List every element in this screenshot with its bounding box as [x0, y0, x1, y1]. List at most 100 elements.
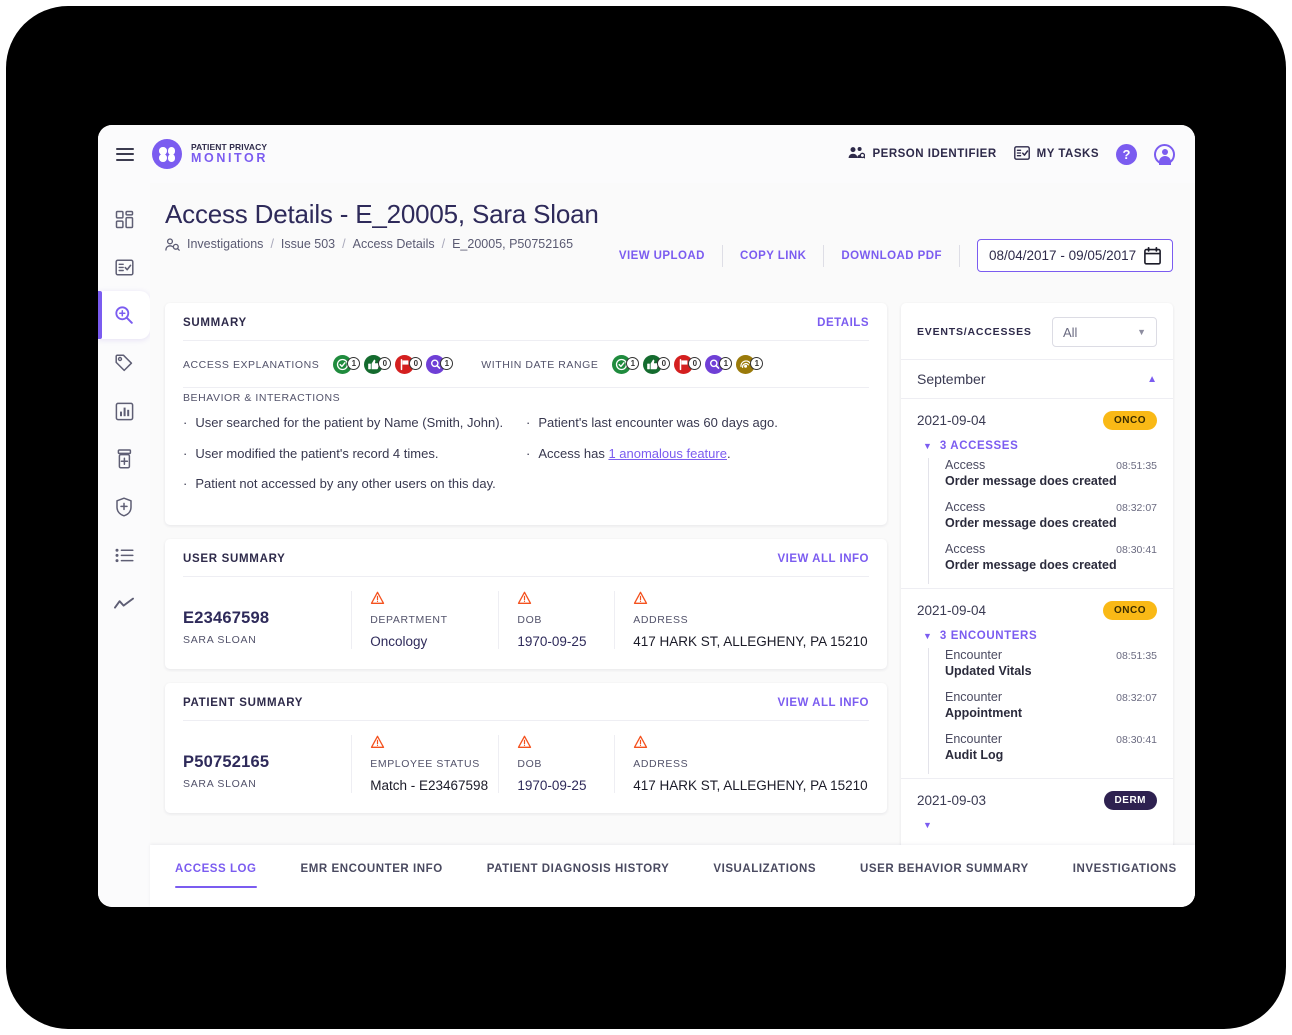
- breadcrumb-item-1[interactable]: Issue 503: [281, 237, 335, 251]
- person-identifier-button[interactable]: PERSON IDENTIFIER: [848, 146, 996, 162]
- anomalous-feature-link[interactable]: 1 anomalous feature: [608, 446, 727, 461]
- warning-icon: [370, 735, 498, 749]
- tab-visualizations[interactable]: VISUALIZATIONS: [691, 863, 838, 888]
- app-logo[interactable]: PATIENT PRIVACY MONITOR: [152, 139, 268, 169]
- events-filter-value: All: [1063, 324, 1078, 340]
- tab-access-log[interactable]: ACCESS LOG: [165, 863, 279, 888]
- date-range-picker[interactable]: 08/04/2017 - 09/05/2017: [977, 239, 1173, 272]
- top-bar: PATIENT PRIVACY MONITOR PERSON IDENTIFIE…: [98, 125, 1195, 183]
- my-tasks-button[interactable]: MY TASKS: [1013, 145, 1099, 163]
- behavior-text: User modified the patient's record 4 tim…: [195, 445, 439, 461]
- event-group-toggle[interactable]: ▼: [923, 820, 1157, 830]
- search-plus-icon: [114, 305, 134, 325]
- sidebar-item-lists[interactable]: [98, 531, 150, 579]
- sidebar-item-investigate[interactable]: [98, 291, 150, 339]
- brand-line-2: MONITOR: [191, 150, 268, 165]
- sidebar-item-security[interactable]: [98, 483, 150, 531]
- user-field-value: Oncology: [370, 633, 428, 649]
- event-group-header: 2021-09-04 ONCO: [917, 601, 1157, 620]
- event-kind: Encounter: [945, 690, 1002, 704]
- badge-flag[interactable]: 0: [674, 355, 702, 374]
- sidebar-item-dashboard[interactable]: [98, 195, 150, 243]
- account-avatar-icon[interactable]: [1154, 143, 1175, 165]
- tag-icon: [114, 353, 134, 373]
- help-icon[interactable]: ?: [1116, 143, 1137, 165]
- patient-summary-view-all-link[interactable]: VIEW ALL INFO: [778, 697, 869, 709]
- breadcrumb-item-2[interactable]: Access Details: [353, 237, 435, 251]
- event-group-header: 2021-09-04 ONCO: [917, 411, 1157, 430]
- tab-emr-encounter-info[interactable]: EMR ENCOUNTER INFO: [279, 863, 465, 888]
- top-bar-actions: PERSON IDENTIFIER MY TASKS ?: [848, 143, 1175, 165]
- body-columns: SUMMARY DETAILS ACCESS EXPLANATIONS 1 0 …: [150, 303, 1195, 907]
- breadcrumb-item-0[interactable]: Investigations: [187, 237, 263, 251]
- events-filter-select[interactable]: All ▼: [1052, 317, 1157, 347]
- view-upload-button[interactable]: VIEW UPLOAD: [602, 250, 722, 262]
- event-row[interactable]: Access 08:32:07 Order message does creat…: [945, 500, 1157, 542]
- my-tasks-label: MY TASKS: [1036, 148, 1099, 160]
- event-group-header: 2021-09-03 DERM: [917, 791, 1157, 810]
- sidebar-item-trends[interactable]: [98, 579, 150, 627]
- badge-magnifier[interactable]: 1: [705, 355, 733, 374]
- behavior-section: BEHAVIOR & INTERACTIONS · User searched …: [165, 388, 887, 525]
- badge-thumbs-up[interactable]: 0: [643, 355, 671, 374]
- badge-count: 1: [626, 357, 640, 370]
- badge-count: 0: [378, 357, 392, 370]
- warning-icon: [517, 591, 614, 605]
- event-row[interactable]: Access 08:30:41 Order message does creat…: [945, 542, 1157, 584]
- header-actions: VIEW UPLOAD COPY LINK DOWNLOAD PDF 08/04…: [602, 239, 1173, 272]
- sidebar-item-pharmacy[interactable]: [98, 435, 150, 483]
- event-row[interactable]: Encounter 08:32:07 Appointment: [945, 690, 1157, 732]
- summary-details-link[interactable]: DETAILS: [817, 317, 869, 329]
- badge-check-circle[interactable]: 1: [333, 355, 361, 374]
- event-group: 2021-09-03 DERM ▼: [901, 778, 1173, 840]
- event-group-toggle[interactable]: ▼ 3 ENCOUNTERS: [923, 630, 1157, 642]
- hamburger-menu-icon[interactable]: [116, 147, 134, 161]
- clover-logo-icon: [152, 139, 182, 169]
- event-group-date: 2021-09-04: [917, 413, 987, 428]
- chevron-up-icon: ▲: [1147, 373, 1157, 385]
- sidebar-item-tasks[interactable]: [98, 243, 150, 291]
- within-date-range-label: WITHIN DATE RANGE: [481, 358, 599, 371]
- behavior-item: · Patient's last encounter was 60 days a…: [526, 415, 869, 431]
- badge-fingerprint[interactable]: 1: [736, 355, 764, 374]
- copy-link-button[interactable]: COPY LINK: [723, 250, 823, 262]
- event-row[interactable]: Encounter 08:30:41 Audit Log: [945, 732, 1157, 774]
- badge-thumbs-up[interactable]: 0: [364, 355, 392, 374]
- patient-id: P50752165: [183, 752, 270, 771]
- user-summary-view-all-link[interactable]: VIEW ALL INFO: [778, 553, 869, 565]
- download-pdf-button[interactable]: DOWNLOAD PDF: [824, 250, 959, 262]
- event-list: Encounter 08:51:35 Updated Vitals Encoun…: [928, 648, 1157, 774]
- warning-icon: [517, 735, 614, 749]
- event-row[interactable]: Encounter 08:51:35 Updated Vitals: [945, 648, 1157, 690]
- behavior-title: BEHAVIOR & INTERACTIONS: [183, 392, 341, 404]
- patient-field-value: Match - E23467598: [370, 777, 489, 793]
- within-date-range-badges: 1 0 0 1 1: [612, 355, 764, 374]
- breadcrumb-item-3[interactable]: E_20005, P50752165: [452, 237, 573, 251]
- badge-magnifier[interactable]: 1: [426, 355, 454, 374]
- sidebar-item-tags[interactable]: [98, 339, 150, 387]
- tab-patient-diagnosis-history[interactable]: PATIENT DIAGNOSIS HISTORY: [465, 863, 692, 888]
- event-group-toggle[interactable]: ▼ 3 ACCESSES: [923, 440, 1157, 452]
- event-kind: Access: [945, 500, 986, 514]
- event-group: 2021-09-04 ONCO ▼ 3 ACCESSES Access 08:5…: [901, 398, 1173, 588]
- badge-count: 0: [409, 357, 423, 370]
- access-explanations-label: ACCESS EXPLANATIONS: [183, 358, 320, 371]
- summary-card: SUMMARY DETAILS ACCESS EXPLANATIONS 1 0 …: [165, 303, 887, 525]
- user-field-key: DEPARTMENT: [370, 613, 448, 626]
- patient-summary-card: PATIENT SUMMARY VIEW ALL INFO P50752165 …: [165, 682, 887, 813]
- event-row[interactable]: Access 08:51:35 Order message does creat…: [945, 458, 1157, 500]
- behavior-item: · User modified the patient's record 4 t…: [183, 446, 526, 462]
- month-group-header[interactable]: September ▲: [901, 359, 1173, 398]
- sidebar-item-reports[interactable]: [98, 387, 150, 435]
- task-list-icon: [1013, 145, 1030, 163]
- events-panel-header: EVENTS/ACCESSES All ▼: [901, 303, 1173, 359]
- user-summary-header: USER SUMMARY VIEW ALL INFO: [165, 539, 887, 576]
- tab-user-behavior-summary[interactable]: USER BEHAVIOR SUMMARY: [838, 863, 1051, 888]
- event-description: Order message does created: [945, 516, 1117, 530]
- summary-title: SUMMARY: [183, 317, 247, 329]
- person-identifier-label: PERSON IDENTIFIER: [872, 148, 997, 160]
- left-column: SUMMARY DETAILS ACCESS EXPLANATIONS 1 0 …: [165, 303, 887, 907]
- badge-flag[interactable]: 0: [395, 355, 423, 374]
- badge-check-circle[interactable]: 1: [612, 355, 640, 374]
- tab-investigations[interactable]: INVESTIGATIONS: [1051, 863, 1195, 888]
